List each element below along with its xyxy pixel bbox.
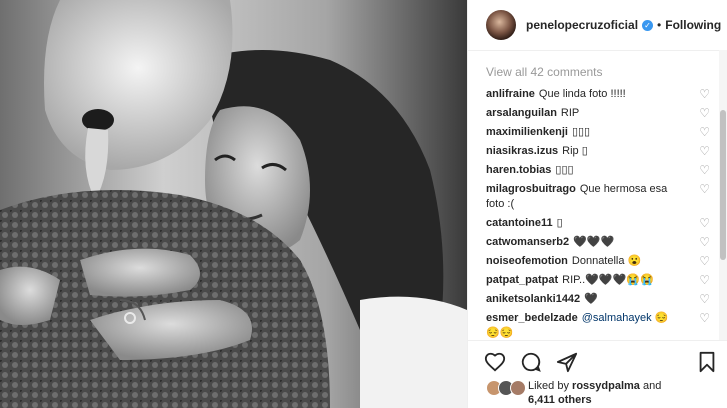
comment-body: Donnatella 😮 [571, 255, 642, 267]
comment-username[interactable]: anlifraine [486, 88, 535, 100]
following-button[interactable]: Following [665, 18, 721, 32]
like-button[interactable] [484, 351, 506, 378]
comments-scrollbar[interactable] [719, 50, 727, 340]
comment-username[interactable]: esmer_bedelzade [486, 312, 578, 324]
heart-icon [484, 352, 506, 372]
post-photo[interactable] [0, 0, 467, 408]
comment-text: noiseofemotion Donnatella 😮 [486, 254, 682, 269]
avatar[interactable] [486, 10, 516, 40]
comment-text: niasikras.izus Rip ▯ [486, 144, 682, 159]
comment-username[interactable]: niasikras.izus [486, 145, 558, 157]
comment-row: maximilienkenji ▯▯▯ ♡ [486, 125, 714, 140]
comments-list: View all 42 comments anlifraine Que linda… [468, 50, 714, 340]
liker-username[interactable]: rossydpalma [572, 380, 640, 392]
comment-text: patpat_patpat RIP..🖤🖤🖤😭😭 [486, 273, 682, 288]
comment-username[interactable]: milagrosbuitrago [486, 183, 576, 195]
comment-like-heart-icon[interactable]: ♡ [699, 163, 710, 178]
instagram-post: penelopecruzoficial ✓ • Following View a… [0, 0, 727, 408]
scrollbar-thumb[interactable] [720, 110, 726, 260]
share-button[interactable] [556, 351, 578, 378]
comment-row: esmer_bedelzade @salmahayek 😔😔😔 ♡ [486, 311, 714, 340]
comment-row: noiseofemotion Donnatella 😮 ♡ [486, 254, 714, 269]
comment-row: niasikras.izus Rip ▯ ♡ [486, 144, 714, 159]
comment-like-heart-icon[interactable]: ♡ [699, 144, 710, 159]
comment-username[interactable]: noiseofemotion [486, 255, 568, 267]
comment-body: RIP [560, 107, 580, 119]
comment-like-heart-icon[interactable]: ♡ [699, 273, 710, 288]
comment-like-heart-icon[interactable]: ♡ [699, 216, 710, 231]
comment-text: catwomanserb2 🖤🖤🖤 [486, 235, 682, 250]
comment-like-heart-icon[interactable]: ♡ [699, 125, 710, 140]
comment-text: catantoine11 ▯ [486, 216, 682, 231]
comment-row: anlifraine Que linda foto !!!!! ♡ [486, 87, 714, 102]
view-all-comments-link[interactable]: View all 42 comments [486, 65, 714, 79]
comment-body: Que linda foto !!!!! [538, 88, 626, 100]
save-button[interactable] [696, 351, 718, 378]
post-header: penelopecruzoficial ✓ • Following [468, 0, 727, 51]
comment-row: catwomanserb2 🖤🖤🖤 ♡ [486, 235, 714, 250]
liked-by-prefix: Liked by [528, 380, 569, 392]
separator-dot: • [657, 18, 662, 32]
liker-avatar[interactable] [510, 380, 526, 396]
comment-username[interactable]: patpat_patpat [486, 274, 558, 286]
comment-body: ▯▯▯ [571, 126, 591, 138]
likes-text: Liked by rossydpalma and 6,411 others [528, 379, 661, 407]
comment-like-heart-icon[interactable]: ♡ [699, 254, 710, 269]
comment-text: milagrosbuitrago Que hermosa esa foto :( [486, 182, 682, 212]
comment-icon [521, 352, 541, 372]
comment-text: aniketsolanki1442 🖤 [486, 292, 682, 307]
comment-body: 🖤🖤🖤 [573, 236, 615, 248]
comment-mention[interactable]: @salmahayek [582, 312, 652, 324]
comment-like-heart-icon[interactable]: ♡ [699, 235, 710, 250]
author-username[interactable]: penelopecruzoficial [526, 18, 638, 32]
likes-and: and [642, 380, 662, 392]
comment-body: ▯ [556, 217, 563, 229]
comment-like-heart-icon[interactable]: ♡ [699, 106, 710, 121]
comment-text: arsalanguilan RIP [486, 106, 682, 121]
comment-username[interactable]: arsalanguilan [486, 107, 557, 119]
comment-body: Rip ▯ [562, 145, 588, 157]
comment-text: esmer_bedelzade @salmahayek 😔😔😔 [486, 311, 682, 340]
bookmark-icon [699, 351, 715, 373]
comment-username[interactable]: catwomanserb2 [486, 236, 569, 248]
comment-username[interactable]: catantoine11 [486, 217, 553, 229]
comment-row: aniketsolanki1442 🖤 ♡ [486, 292, 714, 307]
comment-text: maximilienkenji ▯▯▯ [486, 125, 682, 140]
comment-username[interactable]: maximilienkenji [486, 126, 568, 138]
likes-others-count[interactable]: 6,411 others [528, 394, 592, 406]
comment-body: ▯▯▯ [555, 164, 574, 176]
post-image-bw [0, 0, 467, 408]
comment-row: haren.tobias ▯▯▯ ♡ [486, 163, 714, 178]
liker-avatars [486, 380, 526, 396]
comment-username[interactable]: haren.tobias [486, 164, 551, 176]
comment-like-heart-icon[interactable]: ♡ [699, 311, 710, 326]
comment-body: 🖤 [584, 293, 598, 305]
comment-username[interactable]: aniketsolanki1442 [486, 293, 580, 305]
share-icon [556, 352, 578, 373]
comment-row: patpat_patpat RIP..🖤🖤🖤😭😭 ♡ [486, 273, 714, 288]
comment-like-heart-icon[interactable]: ♡ [699, 87, 710, 102]
comment-text: haren.tobias ▯▯▯ [486, 163, 682, 178]
post-sidebar: penelopecruzoficial ✓ • Following View a… [467, 0, 727, 408]
likes-summary: Liked by rossydpalma and 6,411 others [486, 379, 661, 407]
comment-row: arsalanguilan RIP ♡ [486, 106, 714, 121]
post-actions: Liked by rossydpalma and 6,411 others [468, 340, 727, 408]
comment-like-heart-icon[interactable]: ♡ [699, 182, 710, 197]
comment-button[interactable] [520, 351, 542, 378]
comment-body: RIP..🖤🖤🖤😭😭 [562, 274, 654, 286]
comment-like-heart-icon[interactable]: ♡ [699, 292, 710, 307]
verified-icon: ✓ [642, 19, 654, 31]
comment-row: catantoine11 ▯ ♡ [486, 216, 714, 231]
comment-row: milagrosbuitrago Que hermosa esa foto :( ♡ [486, 182, 714, 212]
comment-text: anlifraine Que linda foto !!!!! [486, 87, 682, 102]
